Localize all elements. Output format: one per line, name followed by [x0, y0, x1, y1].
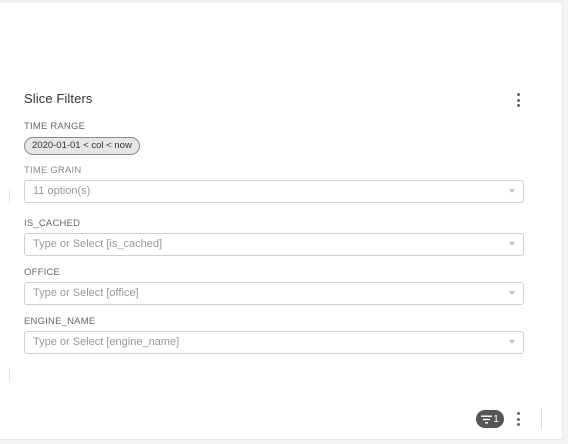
is-cached-select[interactable]: Type or Select [is_cached] — [24, 233, 524, 256]
time-range-label: TIME RANGE — [24, 121, 86, 132]
chevron-down-icon — [509, 242, 515, 246]
office-label: OFFICE — [24, 267, 61, 278]
is-cached-label: IS_CACHED — [24, 218, 81, 229]
engine-name-select[interactable]: Type or Select [engine_name] — [24, 331, 524, 354]
is-cached-placeholder: Type or Select [is_cached] — [33, 238, 163, 250]
engine-name-label: ENGINE_NAME — [24, 316, 96, 327]
filter-indicator-badge[interactable]: 1 — [476, 410, 504, 428]
card-top-border — [0, 0, 563, 3]
chevron-down-icon — [509, 340, 515, 344]
resize-edge-mark — [9, 190, 10, 204]
time-grain-label: TIME GRAIN — [24, 165, 82, 176]
chevron-down-icon — [509, 189, 515, 193]
footer-menu-icon[interactable] — [512, 410, 524, 428]
time-grain-select[interactable]: 11 option(s) — [24, 180, 524, 203]
panel-menu-icon[interactable] — [512, 91, 524, 109]
chevron-down-icon — [509, 291, 515, 295]
time-grain-value: 11 option(s) — [33, 185, 91, 197]
resize-edge-mark — [9, 368, 10, 382]
filter-icon — [481, 415, 493, 423]
engine-name-placeholder: Type or Select [engine_name] — [33, 336, 180, 348]
resize-handle-mark — [541, 408, 542, 430]
panel-title: Slice Filters — [24, 91, 93, 106]
time-range-pill[interactable]: 2020-01-01 < col < now — [24, 137, 140, 155]
filter-count: 1 — [493, 413, 499, 425]
slice-filters-card: Slice Filters TIME RANGE 2020-01-01 < co… — [0, 0, 563, 440]
office-placeholder: Type or Select [office] — [33, 287, 139, 299]
office-select[interactable]: Type or Select [office] — [24, 282, 524, 305]
